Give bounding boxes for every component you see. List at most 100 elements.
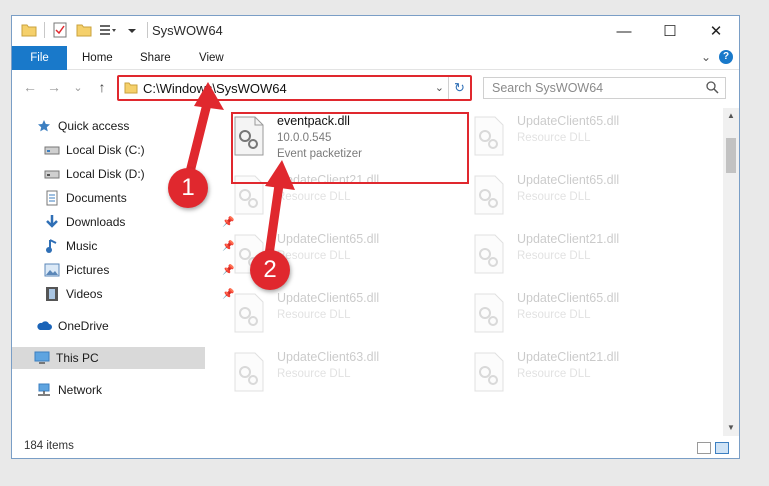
list-item[interactable]: UpdateClient65.dll Resource DLL [467,171,697,227]
minimize-button[interactable]: — [601,16,647,46]
navigation-pane: Quick access Local Disk (C:) Local Disk … [12,111,234,436]
dll-file-icon [233,352,265,392]
tiles-view-icon[interactable] [715,442,729,454]
list-item[interactable]: UpdateClient65.dll Resource DLL [467,112,697,168]
maximize-button[interactable]: ☐ [647,16,693,46]
chevron-down-icon[interactable]: ⌄ [435,81,444,94]
vertical-scrollbar[interactable]: ▲ ▼ [723,108,739,436]
sidebar-item-videos[interactable]: Videos 📌 [44,283,234,305]
dll-file-icon [473,116,505,156]
window-controls: — ☐ ✕ [601,16,739,46]
sidebar-item-music[interactable]: Music 📌 [44,235,234,257]
sidebar-item-label: Downloads [66,215,126,229]
documents-icon [44,190,60,206]
dll-file-icon [473,352,505,392]
folder-icon[interactable] [20,21,38,39]
sidebar-item-label: Music [66,239,98,253]
file-name: UpdateClient21.dll [517,350,620,364]
star-icon [36,118,52,134]
title-bar: SysWOW64 — ☐ ✕ [12,16,739,46]
sidebar-item-this-pc[interactable]: This PC [12,347,205,369]
refresh-icon[interactable]: ↻ [448,77,470,99]
folder-icon [124,82,138,97]
file-name: UpdateClient65.dll [517,114,620,128]
videos-icon [44,286,60,302]
sidebar-item-label: Videos [66,287,103,301]
file-description: Resource DLL [277,191,351,203]
address-bar[interactable]: C:\Windows\SysWOW64 ⌄ ↻ [117,75,472,101]
search-placeholder: Search SysWOW64 [492,81,604,95]
download-icon [44,214,60,230]
sidebar-item-label: Pictures [66,263,110,277]
drive-icon [44,142,60,158]
search-input[interactable]: Search SysWOW64 [483,77,726,99]
file-description: Resource DLL [277,309,351,321]
sidebar-item-onedrive[interactable]: OneDrive [36,315,109,337]
sidebar-item-network[interactable]: Network [36,379,102,401]
list-item[interactable]: UpdateClient65.dll Resource DLL [227,289,457,345]
sidebar-item-label: Documents [66,191,127,205]
customize-icon[interactable] [99,21,117,39]
file-name: UpdateClient63.dll [277,350,380,364]
dll-file-icon [473,234,505,274]
list-item[interactable]: UpdateClient21.dll Resource DLL [467,348,697,404]
sidebar-item-label: OneDrive [58,319,109,333]
tab-view[interactable]: View [199,46,224,70]
music-icon [44,238,60,254]
expand-ribbon-icon[interactable]: ⌄ [701,50,711,64]
list-item[interactable]: UpdateClient65.dll Resource DLL [467,289,697,345]
chevron-down-icon[interactable] [123,21,141,39]
ribbon-right: ⌄ ? [701,50,733,64]
dll-file-icon [473,293,505,333]
list-item[interactable]: UpdateClient21.dll Resource DLL [467,230,697,286]
file-name: UpdateClient65.dll [517,291,620,305]
quick-access-toolbar [20,21,148,39]
scroll-down-icon[interactable]: ▼ [723,420,739,436]
sidebar-item-label: Network [58,383,103,397]
network-icon [36,382,52,398]
close-button[interactable]: ✕ [693,16,739,46]
step-badge-2: 2 [250,250,290,290]
file-description: Resource DLL [277,250,351,262]
forward-button[interactable]: → [46,79,62,95]
address-path[interactable]: C:\Windows\SysWOW64 [143,81,287,96]
file-description: Resource DLL [277,368,351,380]
file-name: UpdateClient65.dll [277,291,380,305]
scroll-thumb[interactable] [726,138,736,173]
recent-locations-button[interactable]: ⌄ [70,81,86,94]
sidebar-item-quick-access[interactable]: Quick access [36,115,129,137]
search-icon[interactable] [706,81,719,97]
cloud-icon [36,318,52,334]
up-button[interactable]: ↑ [94,79,110,95]
details-view-icon[interactable] [697,442,711,454]
scroll-up-icon[interactable]: ▲ [723,108,739,124]
tab-home[interactable]: Home [82,46,113,70]
computer-icon [34,350,50,366]
properties-icon[interactable] [51,21,69,39]
dll-file-icon [233,293,265,333]
sidebar-item-label: This PC [56,351,99,365]
view-toggle [697,442,729,454]
file-name: UpdateClient65.dll [277,232,380,246]
sidebar-item-label: Quick access [58,119,130,133]
sidebar-item-pictures[interactable]: Pictures 📌 [44,259,234,281]
sidebar-item-downloads[interactable]: Downloads 📌 [44,211,234,233]
sidebar-item-documents[interactable]: Documents [44,187,127,209]
tab-share[interactable]: Share [140,46,171,70]
sidebar-item-local-disk-c[interactable]: Local Disk (C:) [44,139,145,161]
sidebar-item-label: Local Disk (D:) [66,167,145,181]
ribbon-tabs: File Home Share View ⌄ ? [12,46,739,70]
sidebar-item-local-disk-d[interactable]: Local Disk (D:) [44,163,145,185]
back-button[interactable]: ← [22,79,38,95]
dll-file-icon [473,175,505,215]
tab-file[interactable]: File [12,46,67,70]
list-item[interactable]: UpdateClient63.dll Resource DLL [227,348,457,404]
divider [147,22,148,38]
new-folder-icon[interactable] [75,21,93,39]
file-description: Resource DLL [517,368,591,380]
nav-buttons: ← → ⌄ ↑ [22,79,110,95]
help-icon[interactable]: ? [719,50,733,64]
item-count: 184 items [24,440,74,452]
file-name: UpdateClient21.dll [517,232,620,246]
explorer-window: SysWOW64 — ☐ ✕ File Home Share View ⌄ ? … [11,15,740,459]
